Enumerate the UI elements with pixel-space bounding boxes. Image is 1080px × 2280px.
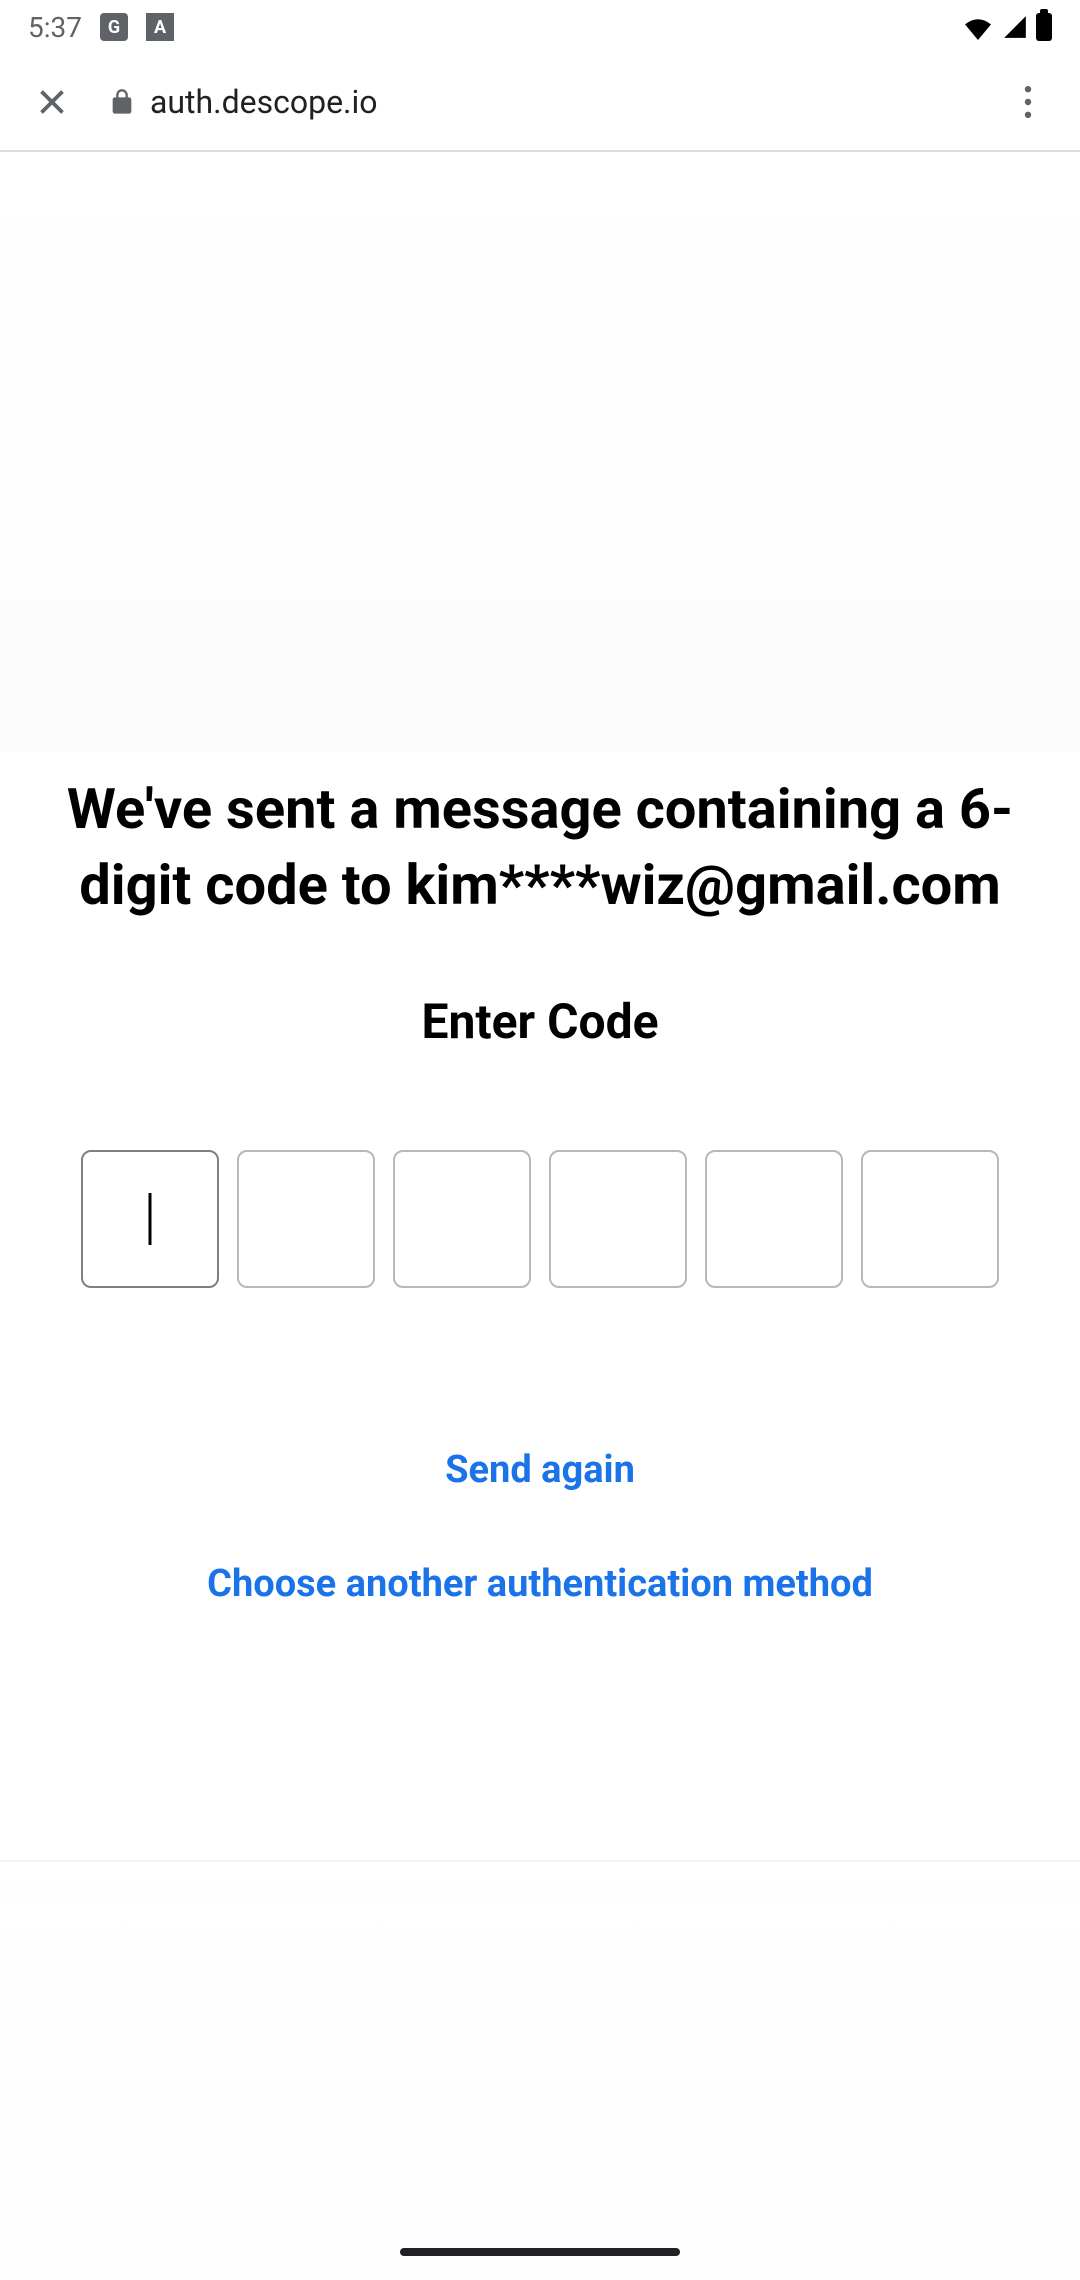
bottom-gradient xyxy=(0,1860,1080,2280)
signal-icon xyxy=(1002,14,1028,40)
code-digit-5[interactable] xyxy=(705,1150,843,1288)
app-icon: A xyxy=(146,13,174,41)
more-button[interactable] xyxy=(1004,78,1052,126)
battery-icon xyxy=(1036,13,1052,41)
code-digit-4[interactable] xyxy=(549,1150,687,1288)
more-vert-icon xyxy=(1024,86,1032,118)
close-button[interactable] xyxy=(28,78,76,126)
choose-another-method-link[interactable]: Choose another authentication method xyxy=(0,1562,1080,1606)
code-digit-2[interactable] xyxy=(237,1150,375,1288)
status-right xyxy=(962,13,1052,41)
enter-code-label: Enter Code xyxy=(0,993,1080,1050)
send-again-link[interactable]: Send again xyxy=(0,1448,1080,1492)
code-digit-6[interactable] xyxy=(861,1150,999,1288)
status-time: 5:37 xyxy=(28,11,82,44)
url-text[interactable]: auth.descope.io xyxy=(150,83,1004,121)
wifi-icon xyxy=(962,14,994,40)
android-nav-bar[interactable] xyxy=(400,2248,680,2256)
code-inputs-container xyxy=(0,1150,1080,1288)
code-digit-3[interactable] xyxy=(393,1150,531,1288)
verification-message: We've sent a message containing a 6-digi… xyxy=(0,772,1080,923)
status-bar: 5:37 G A xyxy=(0,0,1080,54)
code-digit-1[interactable] xyxy=(81,1150,219,1288)
google-icon: G xyxy=(100,13,128,41)
lock-icon xyxy=(108,88,136,116)
content-area: We've sent a message containing a 6-digi… xyxy=(0,152,1080,2280)
close-icon xyxy=(34,84,70,120)
browser-bar: auth.descope.io xyxy=(0,54,1080,152)
status-left: 5:37 G A xyxy=(28,11,174,44)
main-content: We've sent a message containing a 6-digi… xyxy=(0,152,1080,1606)
